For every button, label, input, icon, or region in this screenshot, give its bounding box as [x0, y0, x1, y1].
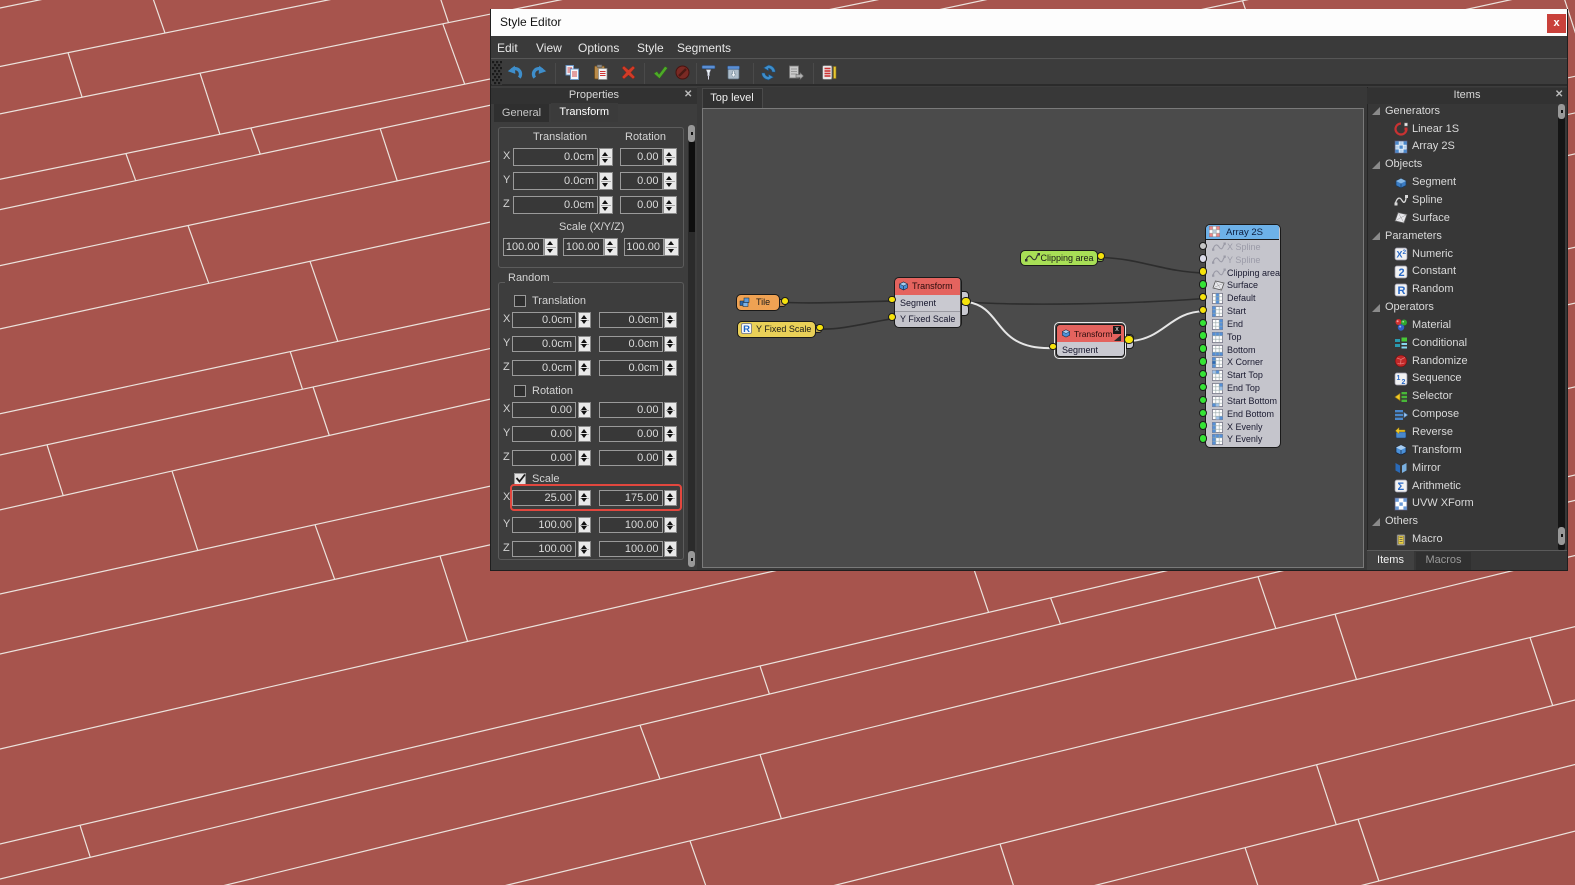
svg-text:2: 2 — [1403, 249, 1407, 256]
svg-text:2: 2 — [1402, 379, 1406, 386]
svg-text:1: 1 — [1397, 375, 1401, 382]
svg-text:2: 2 — [1399, 267, 1405, 279]
svg-text:R: R — [1398, 285, 1406, 297]
svg-text:Σ: Σ — [1398, 481, 1405, 493]
